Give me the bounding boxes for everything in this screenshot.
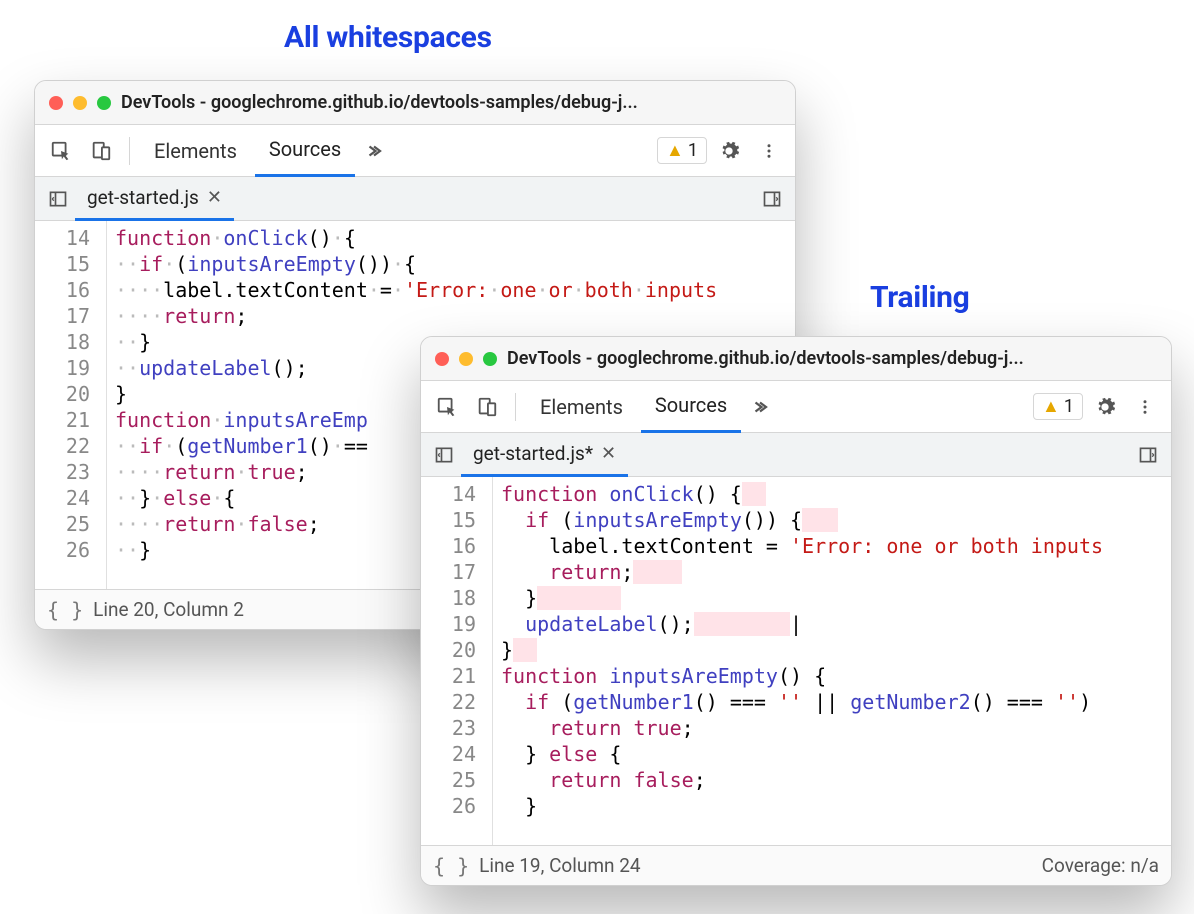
- inspect-icon[interactable]: [429, 389, 465, 425]
- code-editor[interactable]: 14151617181920212223242526 function onCl…: [421, 477, 1171, 845]
- titlebar: DevTools - googlechrome.github.io/devtoo…: [421, 337, 1171, 381]
- devtools-window-2: DevTools - googlechrome.github.io/devtoo…: [420, 336, 1172, 886]
- pretty-print-icon[interactable]: { }: [433, 854, 469, 878]
- window-title: DevTools - googlechrome.github.io/devtoo…: [121, 92, 781, 113]
- close-tab-icon[interactable]: ✕: [207, 187, 222, 208]
- gear-icon[interactable]: [711, 133, 747, 169]
- navigator-toggle-icon[interactable]: [41, 182, 75, 216]
- pretty-print-icon[interactable]: { }: [47, 598, 83, 622]
- statusbar: { } Line 19, Column 24 Coverage: n/a: [421, 845, 1171, 885]
- warn-count: 1: [1064, 396, 1074, 417]
- kebab-icon[interactable]: [751, 133, 787, 169]
- gear-icon[interactable]: [1087, 389, 1123, 425]
- label-all-whitespaces: All whitespaces: [284, 20, 492, 55]
- more-tabs-icon[interactable]: [745, 389, 781, 425]
- navigator-toggle-icon[interactable]: [427, 438, 461, 472]
- close-icon[interactable]: [49, 96, 63, 110]
- kebab-icon[interactable]: [1127, 389, 1163, 425]
- inspect-icon[interactable]: [43, 133, 79, 169]
- warn-count: 1: [688, 140, 698, 161]
- titlebar: DevTools - googlechrome.github.io/devtoo…: [35, 81, 795, 125]
- device-toggle-icon[interactable]: [469, 389, 505, 425]
- minimize-icon[interactable]: [459, 352, 473, 366]
- issues-badge[interactable]: ▲1: [1033, 393, 1083, 420]
- coverage-status: Coverage: n/a: [1042, 854, 1159, 877]
- label-trailing: Trailing: [870, 280, 970, 315]
- file-tab[interactable]: get-started.js* ✕: [461, 433, 628, 477]
- cursor-position: Line 19, Column 24: [479, 854, 640, 877]
- window-title: DevTools - googlechrome.github.io/devtoo…: [507, 348, 1157, 369]
- devtools-toolbar: Elements Sources ▲1: [421, 381, 1171, 433]
- divider: [515, 393, 516, 421]
- file-tab[interactable]: get-started.js ✕: [75, 177, 234, 221]
- debugger-toggle-icon[interactable]: [1131, 438, 1165, 472]
- cursor-position: Line 20, Column 2: [93, 598, 244, 621]
- line-gutter: 14151617181920212223242526: [421, 477, 493, 845]
- line-gutter: 14151617181920212223242526: [35, 221, 107, 589]
- more-tabs-icon[interactable]: [359, 133, 395, 169]
- devtools-toolbar: Elements Sources ▲1: [35, 125, 795, 177]
- tab-sources[interactable]: Sources: [255, 125, 355, 177]
- tab-elements[interactable]: Elements: [526, 381, 637, 433]
- file-tabs: get-started.js ✕: [35, 177, 795, 221]
- file-tab-label: get-started.js: [87, 186, 199, 209]
- debugger-toggle-icon[interactable]: [755, 182, 789, 216]
- close-tab-icon[interactable]: ✕: [601, 443, 616, 464]
- traffic-lights: [49, 96, 111, 110]
- tab-sources[interactable]: Sources: [641, 381, 741, 433]
- warning-icon: ▲: [1042, 396, 1060, 417]
- file-tabs: get-started.js* ✕: [421, 433, 1171, 477]
- divider: [129, 137, 130, 165]
- traffic-lights: [435, 352, 497, 366]
- maximize-icon[interactable]: [483, 352, 497, 366]
- code-body[interactable]: function onClick() { if (inputsAreEmpty(…: [493, 477, 1171, 845]
- file-tab-label: get-started.js*: [473, 442, 593, 465]
- maximize-icon[interactable]: [97, 96, 111, 110]
- device-toggle-icon[interactable]: [83, 133, 119, 169]
- tab-elements[interactable]: Elements: [140, 125, 251, 177]
- close-icon[interactable]: [435, 352, 449, 366]
- issues-badge[interactable]: ▲1: [657, 137, 707, 164]
- warning-icon: ▲: [666, 140, 684, 161]
- minimize-icon[interactable]: [73, 96, 87, 110]
